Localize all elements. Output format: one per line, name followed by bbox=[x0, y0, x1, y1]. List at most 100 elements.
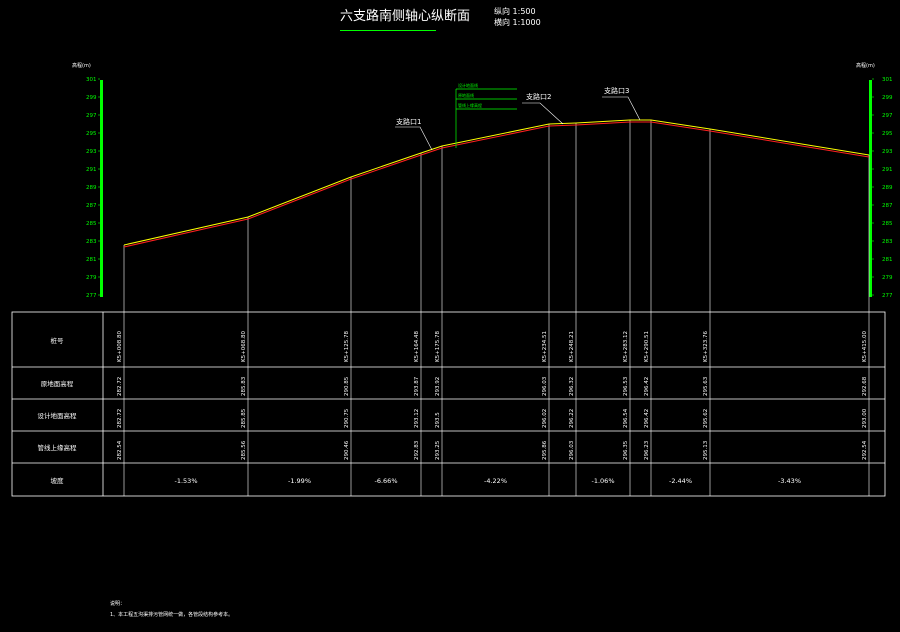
left-tick-label: 285 bbox=[86, 221, 97, 227]
left-tick-label: 295 bbox=[86, 131, 97, 137]
ground-elevation-value: 282.72 bbox=[117, 377, 123, 396]
design-elevation-value: 290.75 bbox=[344, 408, 350, 428]
ground-elevation-value: 292.68 bbox=[862, 376, 868, 396]
right-scale-bar bbox=[869, 80, 872, 297]
ground-elevation-value: 296.03 bbox=[542, 376, 548, 396]
ground-elevation-value: 285.83 bbox=[241, 376, 247, 396]
pipe-elevation-value: 282.54 bbox=[117, 440, 123, 460]
right-tick-label: 297 bbox=[882, 113, 893, 119]
ground-elevation-value: 296.32 bbox=[569, 377, 575, 396]
legend-design-line: 设计地面线 bbox=[458, 82, 478, 88]
slope-value: -1.99% bbox=[288, 477, 311, 485]
left-axis-label: 高程(m) bbox=[72, 62, 91, 69]
left-tick-label: 281 bbox=[86, 257, 97, 263]
right-tick-label: 287 bbox=[882, 203, 893, 209]
design-profile-line bbox=[123, 121, 870, 248]
right-tick-label: 281 bbox=[882, 257, 893, 263]
data-table-frame bbox=[11, 311, 886, 497]
slope-value: -4.22% bbox=[484, 477, 507, 485]
station-value: K5+164.48 bbox=[414, 331, 420, 362]
pipe-elevation-value: 293.25 bbox=[435, 440, 441, 460]
station-value: K5+125.78 bbox=[344, 331, 350, 362]
design-elevation-value: 293.12 bbox=[414, 409, 420, 428]
pipe-elevation-value: 296.35 bbox=[623, 440, 629, 460]
pipe-elevation-value: 292.83 bbox=[414, 440, 420, 460]
left-tick-label: 279 bbox=[86, 275, 97, 281]
row-label: 设计地面高程 bbox=[38, 411, 78, 420]
design-elevation-value: 296.22 bbox=[569, 409, 575, 428]
right-tick-label: 295 bbox=[882, 131, 893, 137]
left-tick-label: 287 bbox=[86, 203, 97, 209]
left-scale-bar bbox=[100, 80, 103, 297]
design-elevation-value: 296.54 bbox=[623, 408, 629, 428]
slope-value: -1.06% bbox=[592, 477, 615, 485]
ground-elevation-value: 295.63 bbox=[703, 376, 709, 396]
callout-road3: 支路口3 bbox=[604, 86, 629, 95]
station-value: K5+283.12 bbox=[623, 331, 629, 362]
left-tick-label: 283 bbox=[86, 239, 97, 245]
row-label: 坡度 bbox=[51, 476, 65, 485]
ground-elevation-value: 296.42 bbox=[644, 377, 650, 396]
right-tick-label: 299 bbox=[882, 95, 893, 101]
row-label: 原地面高程 bbox=[41, 379, 74, 388]
right-axis-label: 高程(m) bbox=[856, 62, 875, 69]
station-value: K5+234.51 bbox=[542, 331, 548, 362]
right-tick-label: 289 bbox=[882, 185, 893, 191]
design-elevation-value: 296.02 bbox=[542, 409, 548, 428]
slope-value: -1.53% bbox=[175, 477, 198, 485]
notes-heading: 说明： bbox=[110, 601, 126, 607]
design-elevation-value: 293.00 bbox=[862, 408, 868, 428]
left-tick-label: 293 bbox=[86, 149, 97, 155]
slope-row: -1.53% -1.99% -6.66% -4.22% -1.06% -2.44% -3.4… bbox=[175, 477, 802, 485]
legend-pipe-line: 管线上缘高程 bbox=[458, 102, 482, 108]
pipe-elevation-value: 292.54 bbox=[862, 440, 868, 460]
pipe-elevation-value: 296.03 bbox=[569, 440, 575, 460]
profile-drawing: 高程(m) 高程(m) 301 299 297 295 293 291 289 287 285 2… bbox=[11, 62, 893, 497]
station-value: K5+068.80 bbox=[241, 331, 247, 362]
pipe-elevation-value: 296.23 bbox=[644, 440, 650, 460]
left-tick-label: 301 bbox=[86, 77, 97, 83]
callout-road1: 支路口1 bbox=[396, 117, 421, 126]
table-values: K5+008.80 282.72 282.72 282.54 K5+068.80 285.… bbox=[117, 331, 868, 460]
left-tick-label: 277 bbox=[86, 293, 97, 299]
row-label: 桩号 bbox=[51, 336, 65, 345]
legend-ground-line: 原地面线 bbox=[458, 92, 474, 98]
right-tick-label: 277 bbox=[882, 293, 893, 299]
station-value: K5+248.21 bbox=[569, 331, 575, 362]
pipe-elevation-value: 290.46 bbox=[344, 440, 350, 460]
design-elevation-value: 296.42 bbox=[644, 409, 650, 428]
pipe-elevation-value: 295.13 bbox=[703, 440, 709, 460]
slope-value: -6.66% bbox=[375, 477, 398, 485]
right-tick-label: 301 bbox=[882, 77, 893, 83]
left-tick-labels: 301 299 297 295 293 291 289 287 285 283 281 279 277 bbox=[86, 77, 100, 299]
row-label: 管线上缘高程 bbox=[38, 443, 78, 452]
design-elevation-value: 295.62 bbox=[703, 409, 709, 428]
slope-value: -3.43% bbox=[778, 477, 801, 485]
right-tick-labels: 301 299 297 295 293 291 289 287 285 283 281 279 277 bbox=[872, 77, 893, 299]
station-lines bbox=[123, 120, 870, 496]
callout-road2: 支路口2 bbox=[526, 92, 551, 101]
ground-elevation-value: 290.85 bbox=[344, 376, 350, 396]
design-elevation-value: 282.72 bbox=[117, 409, 123, 428]
right-tick-label: 283 bbox=[882, 239, 893, 245]
left-tick-label: 289 bbox=[86, 185, 97, 191]
notes-line-1: 1、本工程五沟渠排污管网统一做，各管段结构参考本。 bbox=[110, 612, 234, 618]
right-tick-label: 279 bbox=[882, 275, 893, 281]
station-value: K5+008.80 bbox=[117, 331, 123, 362]
left-tick-label: 299 bbox=[86, 95, 97, 101]
slope-value: -2.44% bbox=[669, 477, 692, 485]
station-value: K5+323.76 bbox=[703, 331, 709, 362]
left-tick-label: 297 bbox=[86, 113, 97, 119]
left-tick-label: 291 bbox=[86, 167, 97, 173]
ground-elevation-value: 293.92 bbox=[435, 377, 441, 396]
station-value: K5+290.51 bbox=[644, 331, 650, 362]
ground-elevation-value: 293.87 bbox=[414, 376, 420, 396]
right-tick-label: 293 bbox=[882, 149, 893, 155]
station-value: K5+415.00 bbox=[862, 331, 868, 362]
pipe-elevation-value: 295.86 bbox=[542, 440, 548, 460]
right-tick-label: 291 bbox=[882, 167, 893, 173]
ground-elevation-value: 296.53 bbox=[623, 376, 629, 396]
right-tick-label: 285 bbox=[882, 221, 893, 227]
station-value: K5+175.78 bbox=[435, 331, 441, 362]
pipe-elevation-value: 285.56 bbox=[241, 440, 247, 460]
